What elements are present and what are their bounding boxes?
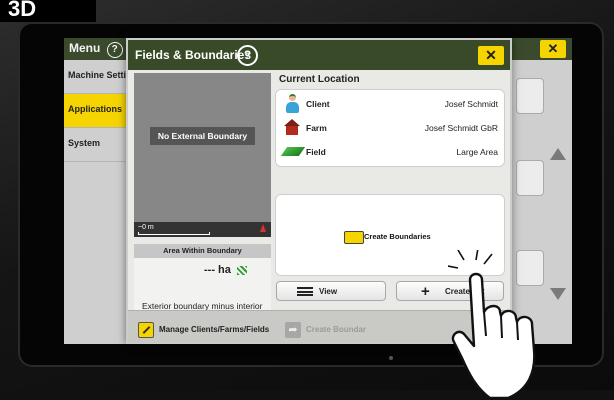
area-hatch-icon [237,266,247,275]
location-row-farm[interactable]: Farm Josef Schmidt GbR [276,116,504,140]
location-row-client[interactable]: Client Josef Schmidt [276,92,504,116]
farm-barn-icon [284,119,300,136]
dialog-header: Fields & Boundaries ? ✕ [128,40,510,70]
map-placeholder-label: No External Boundary [150,127,255,145]
field-label: Field [306,147,326,157]
map-scale-bar: ~0 m [134,222,271,237]
scale-ruler [138,232,210,235]
sidebar-item-machine-settings[interactable]: Machine Setti [64,60,130,94]
pointing-hand-icon [448,250,536,400]
background-sidebar: Machine Setti Applications System [64,60,130,344]
field-value: Large Area [456,147,498,157]
background-card[interactable] [516,78,544,114]
create-boundary-icon [344,231,364,244]
compass-icon [260,224,266,232]
menu-button[interactable]: Menu ? [69,41,123,58]
farm-label: Farm [306,123,327,133]
dialog-close-button[interactable]: ✕ [478,46,504,65]
client-label: Client [306,99,330,109]
sidebar-item-system[interactable]: System [64,128,130,162]
current-location-title: Current Location [279,74,360,85]
create-boundaries-label: Create Boundaries [364,232,431,241]
create-boundary-button: Create Boundar [306,325,367,334]
fields-boundaries-dialog: Fields & Boundaries ? ✕ No External Boun… [126,38,536,400]
help-icon[interactable]: ? [237,45,258,66]
current-location-card: Client Josef Schmidt Farm Josef Schmidt … [276,90,504,166]
area-value: --- ha [204,264,231,276]
manage-clients-farms-fields-button[interactable]: Manage Clients/Farms/Fields [159,325,269,334]
map-scale-label: ~0 m [138,224,154,231]
farm-value: Josef Schmidt GbR [424,123,498,133]
boundary-map[interactable]: No External Boundary ~0 m [134,73,271,237]
share-arrow-icon: ➦ [285,322,301,338]
background-card[interactable] [516,160,544,196]
plus-icon: + [421,283,430,300]
menu-label: Menu [69,41,101,55]
scroll-up-icon[interactable] [550,148,566,160]
view-label: View [319,287,338,296]
dialog-title: Fields & Boundaries [135,48,252,62]
menu-help-icon[interactable]: ? [106,42,123,58]
pencil-icon[interactable] [138,322,154,338]
location-row-field[interactable]: Field Large Area [276,140,504,164]
list-icon [297,287,313,296]
field-icon [280,147,306,156]
bezel-indicator-dot [389,356,393,360]
area-title: Area Within Boundary [134,244,271,258]
corner-tag: 3D [0,0,96,22]
view-button[interactable]: View [276,281,386,301]
background-close-button[interactable]: ✕ [540,40,566,58]
client-person-icon [285,94,299,114]
sidebar-item-applications[interactable]: Applications [64,94,130,128]
client-value: Josef Schmidt [444,99,498,109]
